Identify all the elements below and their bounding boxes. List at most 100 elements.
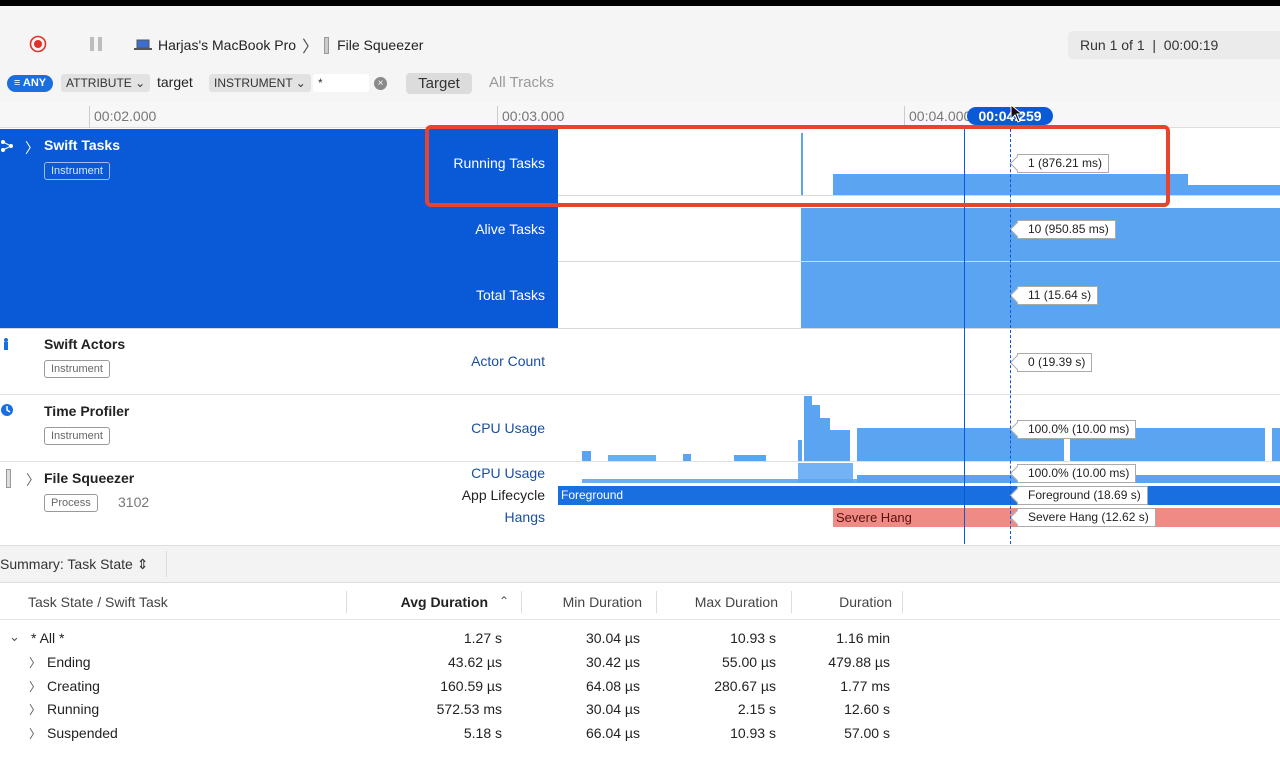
row-min: 30.04 µs xyxy=(586,630,640,646)
row-max: 10.93 s xyxy=(730,630,776,646)
col-divider xyxy=(521,591,522,613)
column-duration[interactable]: Duration xyxy=(800,594,892,610)
any-filter-button[interactable]: ≡ ANY xyxy=(7,75,53,92)
table-row[interactable]: 〉 Running 572.53 ms 30.04 µs 2.15 s 12.6… xyxy=(0,698,900,720)
app-lifecycle-label: App Lifecycle xyxy=(461,487,545,503)
instrument-badge: Instrument xyxy=(44,162,110,180)
row-max: 280.67 µs xyxy=(714,678,776,694)
disclosure-chevron-icon[interactable]: 〉 xyxy=(25,138,39,158)
total-tasks-value: 11 (15.64 s) xyxy=(1017,286,1099,305)
cpu-bar xyxy=(804,396,812,461)
cpu-bar xyxy=(582,451,591,461)
column-avg-duration[interactable]: Avg Duration xyxy=(380,594,488,610)
row-label: Ending xyxy=(47,654,91,670)
cpu-bar xyxy=(812,405,820,461)
run-status[interactable]: Run 1 of 1 | 00:00:19 xyxy=(1068,31,1280,59)
record-button[interactable] xyxy=(29,35,47,53)
column-min-duration[interactable]: Min Duration xyxy=(530,594,642,610)
attribute-value[interactable]: target xyxy=(157,74,193,90)
ruler-tick-label: 00:04.000 xyxy=(909,108,972,124)
instrument-value-text: * xyxy=(318,76,323,90)
process-id: 3102 xyxy=(118,494,150,510)
col-divider xyxy=(791,591,792,613)
row-avg: 1.27 s xyxy=(463,630,502,646)
chevron-down-icon[interactable]: ⌄ xyxy=(9,629,20,645)
hang-value: Severe Hang (12.62 s) xyxy=(1017,508,1156,527)
cpu-bar xyxy=(820,418,830,461)
table-row[interactable]: 〉 Ending 43.62 µs 30.42 µs 55.00 µs 479.… xyxy=(0,651,900,673)
file-squeezer-name: File Squeezer xyxy=(44,470,135,486)
table-row[interactable]: ⌄ * All * 1.27 s 30.04 µs 10.93 s 1.16 m… xyxy=(0,627,900,649)
swift-actors-name: Swift Actors xyxy=(44,336,126,352)
chevron-right-icon[interactable]: 〉 xyxy=(29,678,41,695)
pause-button[interactable] xyxy=(88,36,104,52)
chevron-down-icon: ⌄ xyxy=(135,76,146,90)
row-min: 64.08 µs xyxy=(586,678,640,694)
breadcrumb-chevron-icon: 〉 xyxy=(302,39,319,56)
ruler-tick-label: 00:03.000 xyxy=(502,108,565,124)
actor-count-label: Actor Count xyxy=(471,353,545,369)
track-divider xyxy=(0,394,1280,395)
instrument-badge: Instrument xyxy=(44,427,110,445)
chevron-right-icon[interactable]: 〉 xyxy=(29,725,41,742)
all-tracks-button[interactable]: All Tracks xyxy=(489,74,554,91)
row-label: Running xyxy=(47,701,100,717)
chevron-updown-icon: ⇕ xyxy=(136,556,149,572)
pause-icon xyxy=(90,37,102,51)
chevron-right-icon[interactable]: 〉 xyxy=(29,701,41,718)
avg-duration-header-text: Avg Duration xyxy=(400,594,488,610)
cpu-bar xyxy=(798,440,802,461)
time-profiler-icon xyxy=(1,404,13,416)
instrument-dropdown[interactable]: INSTRUMENT ⌄ xyxy=(209,74,311,92)
process-cpu-value: 100.0% (10.00 ms) xyxy=(1017,464,1137,483)
target-button[interactable]: Target xyxy=(406,73,472,94)
process-icon xyxy=(6,469,11,488)
row-avg: 572.53 ms xyxy=(436,701,502,717)
row-avg: 160.59 µs xyxy=(440,678,502,694)
cpu-usage-value: 100.0% (10.00 ms) xyxy=(1017,420,1137,439)
clear-filter-button[interactable]: × xyxy=(374,77,387,90)
col-divider xyxy=(902,591,903,613)
sort-ascending-icon: ⌃ xyxy=(499,594,510,608)
actor-count-value: 0 (19.39 s) xyxy=(1017,353,1093,372)
process-name: File Squeezer xyxy=(337,37,424,53)
ruler-tick xyxy=(89,106,90,128)
row-duration: 479.88 µs xyxy=(828,654,890,670)
summary-divider xyxy=(166,551,167,577)
table-row[interactable]: 〉 Suspended 5.18 s 66.04 µs 10.93 s 57.0… xyxy=(0,722,900,744)
table-row[interactable]: 〉 Creating 160.59 µs 64.08 µs 280.67 µs … xyxy=(0,675,900,697)
cpu-bar xyxy=(830,430,850,461)
record-icon xyxy=(29,35,47,53)
ruler-tick-label: 00:02.000 xyxy=(94,108,157,124)
row-avg: 43.62 µs xyxy=(448,654,502,670)
summary-title: Summary: Task State xyxy=(0,556,133,572)
chevron-down-icon: ⌄ xyxy=(295,76,306,90)
chevron-right-icon[interactable]: 〉 xyxy=(29,654,41,671)
row-duration: 1.77 ms xyxy=(840,678,890,694)
mouse-cursor-icon xyxy=(1010,104,1024,123)
instrument-value[interactable]: * xyxy=(313,74,369,92)
cpu-usage-label: CPU Usage xyxy=(471,465,545,481)
summary-selector[interactable]: Summary: Task State ⇕ xyxy=(0,556,148,573)
column-max-duration[interactable]: Max Duration xyxy=(665,594,778,610)
summary-bar xyxy=(0,545,1280,583)
row-duration: 1.16 min xyxy=(836,630,890,646)
row-avg: 5.18 s xyxy=(463,725,502,741)
column-task-state[interactable]: Task State / Swift Task xyxy=(28,594,168,610)
attribute-label: ATTRIBUTE xyxy=(66,76,132,90)
cpu-usage-label: CPU Usage xyxy=(471,420,545,436)
close-icon: × xyxy=(377,78,384,89)
device-selector[interactable]: Harjas's MacBook Pro 〉 File Squeezer xyxy=(134,35,424,56)
cpu-bar xyxy=(683,454,691,461)
swift-tasks-name: Swift Tasks xyxy=(44,137,120,153)
attribute-dropdown[interactable]: ATTRIBUTE ⌄ xyxy=(61,74,151,92)
process-cpu-bar xyxy=(798,463,853,483)
laptop-icon xyxy=(134,39,152,50)
table-header-divider xyxy=(0,619,1280,620)
row-max: 55.00 µs xyxy=(722,654,776,670)
col-divider xyxy=(656,591,657,613)
filter-icon: ≡ xyxy=(13,77,21,89)
disclosure-chevron-icon[interactable]: 〉 xyxy=(26,470,40,490)
foreground-bar: Foreground xyxy=(558,486,1280,505)
process-icon xyxy=(324,36,330,54)
